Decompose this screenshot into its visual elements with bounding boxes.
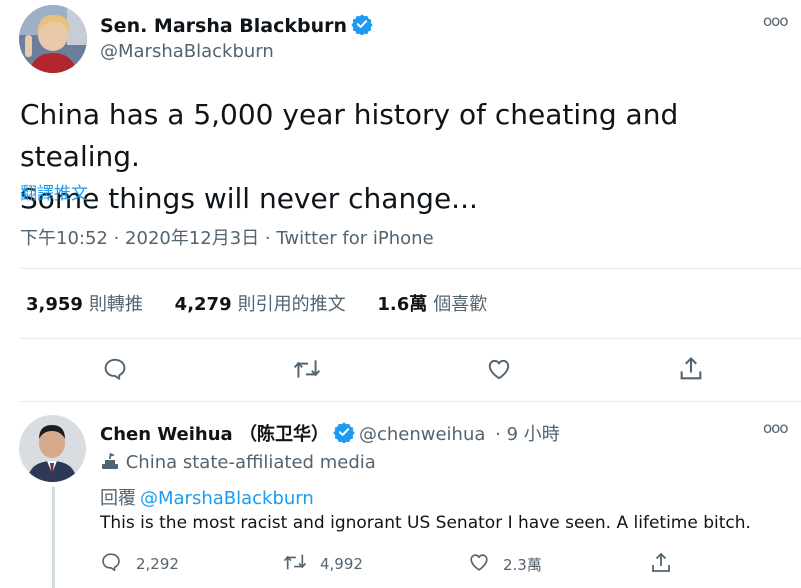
reply-button[interactable] [102, 356, 128, 382]
quotes-label: 則引用的推文 [237, 294, 346, 315]
verified-badge-icon [351, 13, 373, 40]
quotes-count: 4,279 [174, 294, 232, 315]
verified-badge-icon [333, 421, 355, 448]
like-icon [467, 551, 491, 577]
tweet-detail-view: Sen. Marsha Blackburn @MarshaBlackburn o… [0, 0, 801, 588]
more-icon[interactable]: ooo [763, 419, 789, 437]
retweets-count: 3,959 [26, 294, 83, 315]
reply-author-name[interactable]: Chen Weihua （陈卫华） [100, 424, 329, 445]
thread-line [52, 487, 55, 588]
reply-reply-count: 2,292 [136, 555, 179, 573]
retweet-button[interactable] [292, 356, 322, 382]
replying-to-mention[interactable]: @MarshaBlackburn [140, 488, 314, 509]
tweet-text: China has a 5,000 year history of cheati… [20, 94, 790, 220]
reply-share-button[interactable] [649, 551, 673, 579]
tweet-source-link[interactable]: Twitter for iPhone [276, 228, 433, 249]
author-avatar[interactable] [19, 5, 87, 73]
author-name-text[interactable]: Sen. Marsha Blackburn [100, 15, 347, 37]
more-icon[interactable]: ooo [763, 12, 789, 30]
share-button[interactable] [677, 355, 705, 383]
reply-time[interactable]: · 9 小時 [495, 424, 560, 445]
reply-icon [102, 356, 128, 382]
engagement-stats: 3,959 則轉推 4,279 則引用的推文 1.6萬 個喜歡 [26, 290, 513, 316]
like-icon [485, 356, 513, 382]
share-icon [649, 551, 673, 579]
retweet-icon [292, 356, 322, 382]
retweets-stat[interactable]: 3,959 則轉推 [26, 294, 143, 315]
replying-label: 回覆 [100, 488, 136, 509]
translate-tweet-link[interactable]: 翻譯推文 [20, 179, 88, 204]
tweet-text-line-2: Some things will never change... [20, 182, 478, 215]
divider [20, 268, 801, 269]
replying-to: 回覆 @MarshaBlackburn [100, 484, 314, 510]
likes-count: 1.6萬 [377, 294, 428, 315]
reply-author-avatar[interactable] [19, 415, 86, 482]
reply-reply-button[interactable]: 2,292 [100, 551, 179, 577]
reply-author-handle[interactable]: @chenweihua [359, 424, 485, 445]
likes-stat[interactable]: 1.6萬 個喜歡 [377, 294, 487, 315]
state-media-icon [100, 452, 120, 473]
divider [20, 338, 801, 339]
retweet-icon [282, 551, 308, 577]
share-icon [677, 355, 705, 383]
state-media-label[interactable]: China state-affiliated media [100, 452, 376, 473]
reply-like-count: 2.3萬 [503, 555, 542, 574]
reply-icon [100, 551, 122, 577]
tweet-metadata: 下午10:52 · 2020年12月3日 · Twitter for iPhon… [20, 224, 434, 250]
reply-author-header: Chen Weihua （陈卫华） @chenweihua · 9 小時 [100, 420, 560, 448]
author-display-name[interactable]: Sen. Marsha Blackburn [100, 13, 373, 40]
divider [20, 401, 801, 402]
author-handle[interactable]: @MarshaBlackburn [100, 41, 274, 62]
reply-like-button[interactable]: 2.3萬 [467, 551, 542, 577]
state-media-text: China state-affiliated media [125, 452, 376, 473]
quotes-stat[interactable]: 4,279 則引用的推文 [175, 294, 346, 315]
tweet-timestamp[interactable]: 下午10:52 · 2020年12月3日 · [20, 228, 276, 249]
likes-label: 個喜歡 [433, 294, 488, 315]
retweets-label: 則轉推 [88, 294, 143, 315]
reply-text: This is the most racist and ignorant US … [100, 513, 751, 533]
reply-retweet-button[interactable]: 4,992 [282, 551, 363, 577]
reply-retweet-count: 4,992 [320, 555, 363, 573]
like-button[interactable] [485, 356, 513, 382]
tweet-text-line-1: China has a 5,000 year history of cheati… [20, 98, 679, 173]
